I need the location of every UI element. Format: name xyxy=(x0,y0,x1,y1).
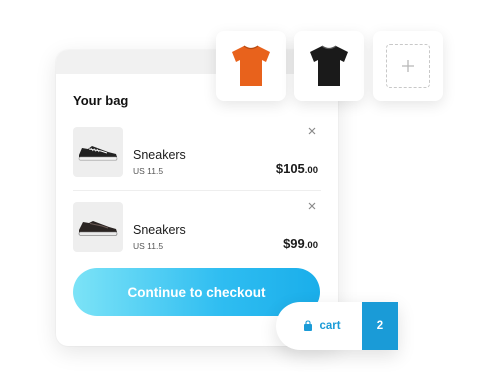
remove-item-button[interactable] xyxy=(305,199,319,213)
bag-item: Sneakers US 11.5 $99.00 xyxy=(73,202,321,256)
add-variant-box xyxy=(386,44,430,88)
black-tshirt-icon xyxy=(310,45,348,86)
variant-black-tshirt[interactable] xyxy=(294,31,364,101)
remove-item-button[interactable] xyxy=(305,124,319,138)
item-size: US 11.5 xyxy=(133,241,164,251)
sneaker-thumbnail[interactable] xyxy=(73,127,123,177)
variant-orange-tshirt[interactable] xyxy=(216,31,286,101)
orange-tshirt-icon xyxy=(232,45,270,86)
item-price: $105.00 xyxy=(276,161,318,176)
sneaker-icon xyxy=(78,221,118,236)
item-price: $99.00 xyxy=(283,236,318,251)
item-divider xyxy=(73,190,321,191)
item-name: Sneakers xyxy=(133,148,186,162)
item-price-main: $105 xyxy=(275,161,305,176)
cart-button[interactable]: cart 2 xyxy=(276,302,398,350)
bag-item: Sneakers US 11.5 $105.00 xyxy=(73,127,321,181)
item-price-main: $99 xyxy=(283,236,305,251)
close-icon xyxy=(308,127,316,135)
sneaker-icon xyxy=(78,146,118,161)
cart-label: cart xyxy=(319,320,341,332)
item-price-cents: .00 xyxy=(304,165,318,176)
item-name: Sneakers xyxy=(133,223,186,237)
item-size: US 11.5 xyxy=(133,166,164,176)
shopping-bag-icon xyxy=(304,320,313,331)
cart-label-area: cart xyxy=(276,302,362,350)
item-price-cents: .00 xyxy=(304,240,318,251)
cart-count-badge: 2 xyxy=(362,302,398,350)
bag-title: Your bag xyxy=(73,93,129,108)
add-variant-button[interactable] xyxy=(373,31,443,101)
sneaker-thumbnail[interactable] xyxy=(73,202,123,252)
plus-icon xyxy=(402,60,414,72)
close-icon xyxy=(308,202,316,210)
